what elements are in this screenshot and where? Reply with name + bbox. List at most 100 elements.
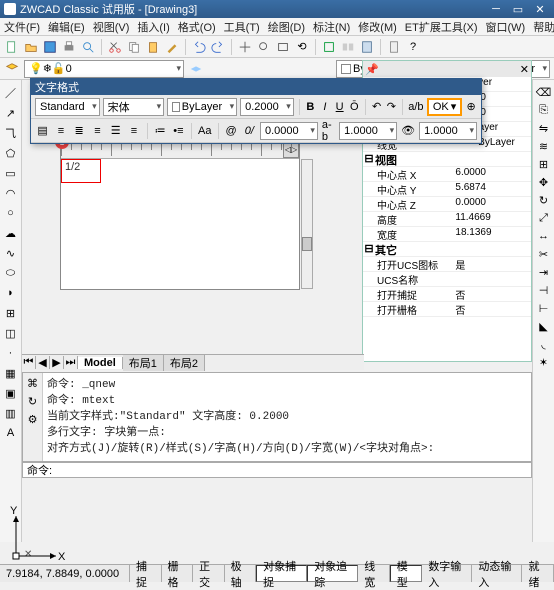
rectangle-icon[interactable]: ▭ — [2, 164, 20, 182]
tab-next-icon[interactable]: ▶ — [50, 356, 64, 369]
matchprop-icon[interactable] — [164, 39, 180, 55]
text-width-input[interactable]: 1.0000 — [419, 122, 477, 140]
copy-icon[interactable] — [126, 39, 142, 55]
array-icon[interactable]: ⊞ — [536, 156, 552, 172]
move-icon[interactable]: ✥ — [536, 174, 552, 190]
layer-prev-icon[interactable] — [188, 61, 204, 77]
mtext-content[interactable]: 1/2 — [65, 161, 80, 173]
menu-item[interactable]: 视图(V) — [93, 19, 130, 35]
menu-item[interactable]: 帮助(H) — [533, 19, 554, 35]
align-justify-icon[interactable]: ☰ — [108, 123, 123, 139]
tab-model[interactable]: Model — [78, 357, 123, 369]
revcloud-icon[interactable]: ☁ — [2, 224, 20, 242]
layer-combo[interactable]: 💡❄🔓 0 — [24, 60, 184, 78]
calc-icon[interactable] — [386, 39, 402, 55]
scroll-thumb[interactable] — [302, 237, 312, 251]
menu-item[interactable]: 工具(T) — [224, 19, 260, 35]
tab-prev-icon[interactable]: ◀ — [36, 356, 50, 369]
properties-icon[interactable] — [321, 39, 337, 55]
italic-icon[interactable]: I — [319, 99, 331, 115]
prop-row[interactable]: UCS名称 — [363, 272, 531, 287]
prop-row[interactable]: 中心点 X6.0000 — [363, 167, 531, 182]
prop-row[interactable]: 中心点 Y5.6874 — [363, 182, 531, 197]
line-icon[interactable]: ／ — [2, 84, 20, 102]
trim-icon[interactable]: ✂ — [536, 246, 552, 262]
properties-header[interactable]: 📌 ✕ — [363, 61, 531, 77]
explode-icon[interactable]: ✶ — [536, 354, 552, 370]
text-oblique-input[interactable]: 0.0000 — [260, 122, 318, 140]
extend-icon[interactable]: ⇥ — [536, 264, 552, 280]
tab-first-icon[interactable]: ⏮ — [22, 356, 36, 369]
block-icon[interactable]: ◫ — [2, 324, 20, 342]
break-icon[interactable]: ⊣ — [536, 282, 552, 298]
hatch-icon[interactable]: ▦ — [2, 364, 20, 382]
table-icon[interactable]: ▥ — [2, 404, 20, 422]
prop-row[interactable]: 宽度18.1369 — [363, 227, 531, 242]
text-height-combo[interactable]: 0.2000 — [240, 98, 294, 116]
spline-icon[interactable]: ∿ — [2, 244, 20, 262]
cmd-hist-icon[interactable]: ⌘ — [25, 375, 41, 391]
cmd-recent-icon[interactable]: ↻ — [25, 393, 41, 409]
align-tl-icon[interactable]: ▤ — [35, 123, 50, 139]
properties-pin-icon[interactable]: 📌 — [365, 63, 379, 76]
command-input[interactable]: 命令: — [22, 462, 532, 478]
new-icon[interactable] — [4, 39, 20, 55]
ellipsearc-icon[interactable]: ◗ — [2, 284, 20, 302]
offset-icon[interactable]: ≋ — [536, 138, 552, 154]
text-format-panel[interactable]: 文字格式 Standard 宋体 ByLayer 0.2000 B I U Ō … — [30, 78, 482, 144]
status-toggle[interactable]: 对象追踪 — [307, 565, 358, 582]
status-toggle[interactable]: 模型 — [390, 565, 423, 582]
insert-icon[interactable]: ⊞ — [2, 304, 20, 322]
prop-category[interactable]: ⊟其它 — [363, 242, 531, 257]
status-toggle[interactable]: 极轴 — [225, 565, 257, 582]
layermgr-icon[interactable] — [4, 61, 20, 77]
prop-category[interactable]: ⊟视图 — [363, 152, 531, 167]
text-options-icon[interactable]: ⊕ — [465, 99, 477, 115]
copyobj-icon[interactable]: ⎘ — [536, 102, 552, 118]
text-format-title[interactable]: 文字格式 — [31, 79, 481, 95]
menu-item[interactable]: 绘图(D) — [268, 19, 305, 35]
zoom-window-icon[interactable] — [275, 39, 291, 55]
status-toggle[interactable]: 动态输入 — [472, 565, 522, 582]
close-button[interactable]: ✕ — [530, 2, 550, 16]
prop-row[interactable]: 打开栅格否 — [363, 302, 531, 317]
undo-icon[interactable] — [191, 39, 207, 55]
circle-icon[interactable]: ○ — [2, 204, 20, 222]
stack-icon[interactable]: a/b — [408, 99, 424, 115]
print-icon[interactable] — [61, 39, 77, 55]
status-toggle[interactable]: 正交 — [193, 565, 225, 582]
scale-icon[interactable]: ⤢ — [536, 210, 552, 226]
status-toggle[interactable]: 就绪 — [522, 565, 554, 582]
align-left-icon[interactable]: ≡ — [53, 123, 68, 139]
menu-item[interactable]: 文件(F) — [4, 19, 40, 35]
preview-icon[interactable] — [80, 39, 96, 55]
text-redo-icon[interactable]: ↷ — [386, 99, 398, 115]
align-center-icon[interactable]: ≣ — [72, 123, 87, 139]
menu-item[interactable]: 插入(I) — [137, 19, 169, 35]
redo-icon[interactable] — [210, 39, 226, 55]
stretch-icon[interactable]: ↔ — [536, 228, 552, 244]
status-toggle[interactable]: 对象捕捉 — [256, 565, 307, 582]
arc-icon[interactable]: ◠ — [2, 184, 20, 202]
widthfactor-icon[interactable]: 👁 — [400, 123, 416, 139]
text-tracking-input[interactable]: 1.0000 — [339, 122, 397, 140]
tab-last-icon[interactable]: ⏭ — [64, 356, 78, 369]
align-dist-icon[interactable]: ≡ — [126, 123, 141, 139]
xline-icon[interactable]: ↗ — [2, 104, 20, 122]
menu-item[interactable]: ET扩展工具(X) — [405, 19, 478, 35]
mtext-height-scroll[interactable] — [301, 159, 313, 289]
help-icon[interactable]: ? — [405, 39, 421, 55]
mirror-icon[interactable]: ⇋ — [536, 120, 552, 136]
region-icon[interactable]: ▣ — [2, 384, 20, 402]
maximize-button[interactable]: ▭ — [508, 2, 528, 16]
menu-item[interactable]: 编辑(E) — [48, 19, 85, 35]
text-undo-icon[interactable]: ↶ — [371, 99, 383, 115]
cut-icon[interactable] — [107, 39, 123, 55]
tab-layout1[interactable]: 布局1 — [123, 355, 164, 371]
rotate-icon[interactable]: ↻ — [536, 192, 552, 208]
prop-row[interactable]: 打开捕捉否 — [363, 287, 531, 302]
uppercase-icon[interactable]: Aa — [197, 123, 212, 139]
minimize-button[interactable]: ─ — [486, 2, 506, 16]
prop-row[interactable]: 高度11.4669 — [363, 212, 531, 227]
toolpalettes-icon[interactable] — [359, 39, 375, 55]
